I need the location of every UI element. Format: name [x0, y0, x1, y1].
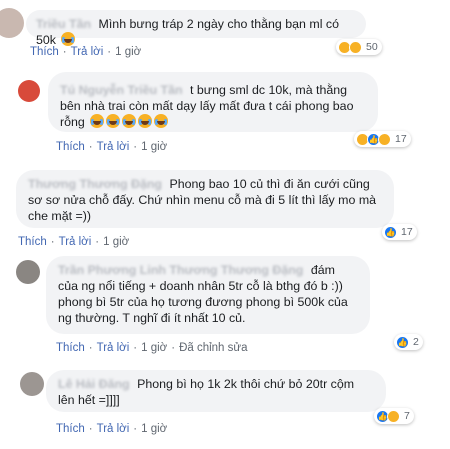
- reply-link[interactable]: Trả lời: [97, 141, 130, 153]
- reaction-count: 17: [395, 133, 407, 145]
- comment-author[interactable]: Thương Thương Đặng: [28, 177, 162, 191]
- timestamp[interactable]: 1 giờ: [115, 46, 141, 58]
- comment-actions: Thích · Trả lời · 1 giờ: [18, 236, 130, 248]
- avatar[interactable]: [20, 372, 44, 396]
- comment-bubble: Thương Thương Đặng Phong bao 10 củ thì đ…: [16, 170, 394, 228]
- reply-link[interactable]: Trả lời: [71, 46, 104, 58]
- like-icon: 👍: [384, 225, 397, 239]
- like-link[interactable]: Thích: [56, 342, 85, 354]
- edited-label[interactable]: Đã chỉnh sửa: [179, 342, 247, 354]
- wow-icon: [349, 40, 362, 54]
- comment-actions: Thích · Trả lời · 1 giờ · Đã chỉnh sửa: [56, 342, 248, 354]
- crying-face-icon: [138, 114, 153, 128]
- comment-bubble: Lê Hải Đăng Phong bì họ 1k 2k thôi chứ b…: [46, 370, 386, 412]
- like-link[interactable]: Thích: [18, 236, 47, 248]
- crying-face-icon: [90, 114, 105, 128]
- comment-bubble: Tú Nguyễn Triều Tần t bưng sml dc 10k, m…: [48, 72, 378, 132]
- timestamp[interactable]: 1 giờ: [141, 141, 167, 153]
- timestamp[interactable]: 1 giờ: [141, 423, 167, 435]
- sad-icon: [378, 132, 391, 146]
- reaction-summary[interactable]: 👍 2: [394, 334, 423, 350]
- reaction-summary[interactable]: 👍 17: [382, 224, 417, 240]
- reaction-count: 17: [401, 226, 413, 238]
- comment-actions: Thích · Trả lời · 1 giờ: [56, 423, 168, 435]
- comment-bubble: Triều Tần Mình bưng tráp 2 ngày cho thằn…: [26, 10, 366, 47]
- like-link[interactable]: Thích: [56, 141, 85, 153]
- reply-link[interactable]: Trả lời: [59, 236, 92, 248]
- like-link[interactable]: Thích: [56, 423, 85, 435]
- reaction-summary[interactable]: 👍 7: [374, 408, 414, 424]
- comment-bubble: Trần Phương Linh Thương Thương Đặng đám …: [46, 256, 370, 334]
- reaction-count: 2: [413, 336, 419, 348]
- haha-icon: [387, 409, 400, 423]
- comment-author[interactable]: Triều Tần: [36, 17, 91, 31]
- avatar[interactable]: [18, 80, 40, 102]
- reaction-summary[interactable]: 50: [336, 39, 382, 55]
- crying-face-icon: [154, 114, 169, 128]
- comment-author[interactable]: Lê Hải Đăng: [58, 377, 130, 391]
- reaction-count: 50: [366, 41, 378, 53]
- like-link[interactable]: Thích: [30, 46, 59, 58]
- comment-author[interactable]: Trần Phương Linh Thương Thương Đặng: [58, 263, 303, 277]
- timestamp[interactable]: 1 giờ: [103, 236, 129, 248]
- reaction-count: 7: [404, 410, 410, 422]
- crying-face-icon: [61, 32, 76, 46]
- reply-link[interactable]: Trả lời: [97, 423, 130, 435]
- avatar[interactable]: [16, 260, 40, 284]
- avatar[interactable]: [0, 8, 24, 38]
- crying-face-icon: [122, 114, 137, 128]
- comment-actions: Thích · Trả lời · 1 giờ: [56, 141, 168, 153]
- crying-face-icon: [106, 114, 121, 128]
- reaction-summary[interactable]: 👍 17: [354, 131, 411, 147]
- timestamp[interactable]: 1 giờ: [141, 342, 167, 354]
- reply-link[interactable]: Trả lời: [97, 342, 130, 354]
- comment-author[interactable]: Tú Nguyễn Triều Tần: [60, 83, 183, 97]
- comment-actions: Thích · Trả lời · 1 giờ: [30, 46, 142, 58]
- like-icon: 👍: [396, 335, 409, 349]
